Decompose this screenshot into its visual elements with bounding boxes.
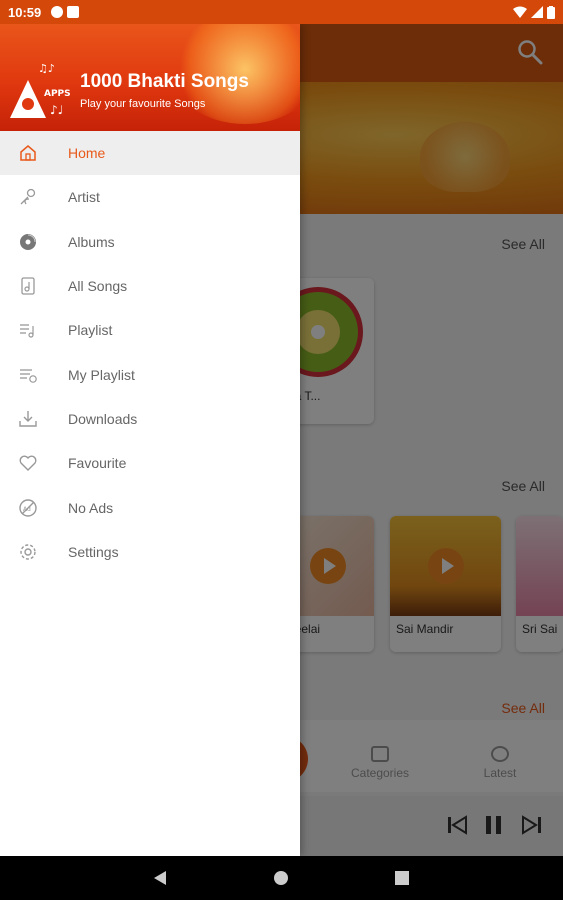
notification-icon [51, 6, 64, 18]
menu-item-label: Favourite [68, 455, 127, 472]
download-icon [19, 410, 37, 427]
menu-item-home[interactable]: Home [0, 131, 300, 176]
artist-icon [20, 189, 36, 205]
menu-item-label: Home [68, 145, 106, 162]
logo-text: APPS [44, 89, 70, 99]
recents-icon[interactable] [394, 870, 410, 886]
menu-item-downloads[interactable]: Downloads [0, 397, 300, 441]
app-logo: ♫♪ APPS ♪♩ [10, 64, 70, 118]
menu-item-label: My Playlist [68, 366, 135, 383]
app-title: 1000 Bhakti Songs [80, 71, 249, 92]
album-disc-icon [20, 233, 36, 250]
menu-item-label: Albums [68, 233, 115, 250]
menu-item-label: Downloads [68, 410, 138, 427]
heart-icon [19, 455, 37, 472]
home-button-icon[interactable] [273, 870, 289, 886]
menu-item-label: All Songs [68, 278, 128, 295]
menu-item-all-songs[interactable]: All Songs [0, 264, 300, 308]
system-navigation-bar [0, 856, 563, 900]
menu-item-playlist[interactable]: Playlist [0, 308, 300, 352]
svg-text:♪♩: ♪♩ [50, 103, 63, 117]
menu-item-label: Playlist [68, 322, 113, 339]
app-subtitle: Play your favourite Songs [80, 98, 206, 110]
menu-item-settings[interactable]: Settings [0, 530, 300, 574]
menu-item-label: No Ads [68, 499, 114, 516]
notification-icon-2 [67, 6, 80, 18]
drawer-header: ♫♪ APPS ♪♩ 1000 Bhakti Songs Play your f… [0, 24, 300, 131]
home-icon [20, 145, 36, 161]
menu-item-no-ads[interactable]: Ad No Ads [0, 485, 300, 529]
menu-item-artist[interactable]: Artist [0, 175, 300, 219]
menu-item-my-playlist[interactable]: My Playlist [0, 352, 300, 396]
battery-icon [547, 5, 555, 19]
back-icon[interactable] [152, 870, 168, 886]
song-list-icon [21, 277, 35, 295]
playlist-icon [20, 324, 34, 338]
svg-text:Ad: Ad [23, 506, 31, 513]
navigation-drawer: ♫♪ APPS ♪♩ 1000 Bhakti Songs Play your f… [0, 24, 300, 856]
signal-icon [531, 6, 543, 18]
drawer-menu: Home Artist Albums All Songs Playlist My… [0, 131, 300, 574]
svg-text:♫♪: ♫♪ [38, 64, 55, 75]
menu-item-albums[interactable]: Albums [0, 220, 300, 264]
menu-item-label: Artist [68, 189, 100, 206]
status-bar: 10:59 [0, 0, 563, 24]
gear-icon [20, 544, 36, 560]
status-time: 10:59 [8, 4, 42, 20]
wifi-icon [513, 6, 527, 18]
menu-item-label: Settings [68, 543, 119, 560]
no-ads-icon: Ad [19, 498, 37, 517]
my-playlist-icon [20, 368, 37, 383]
menu-item-favourite[interactable]: Favourite [0, 441, 300, 485]
